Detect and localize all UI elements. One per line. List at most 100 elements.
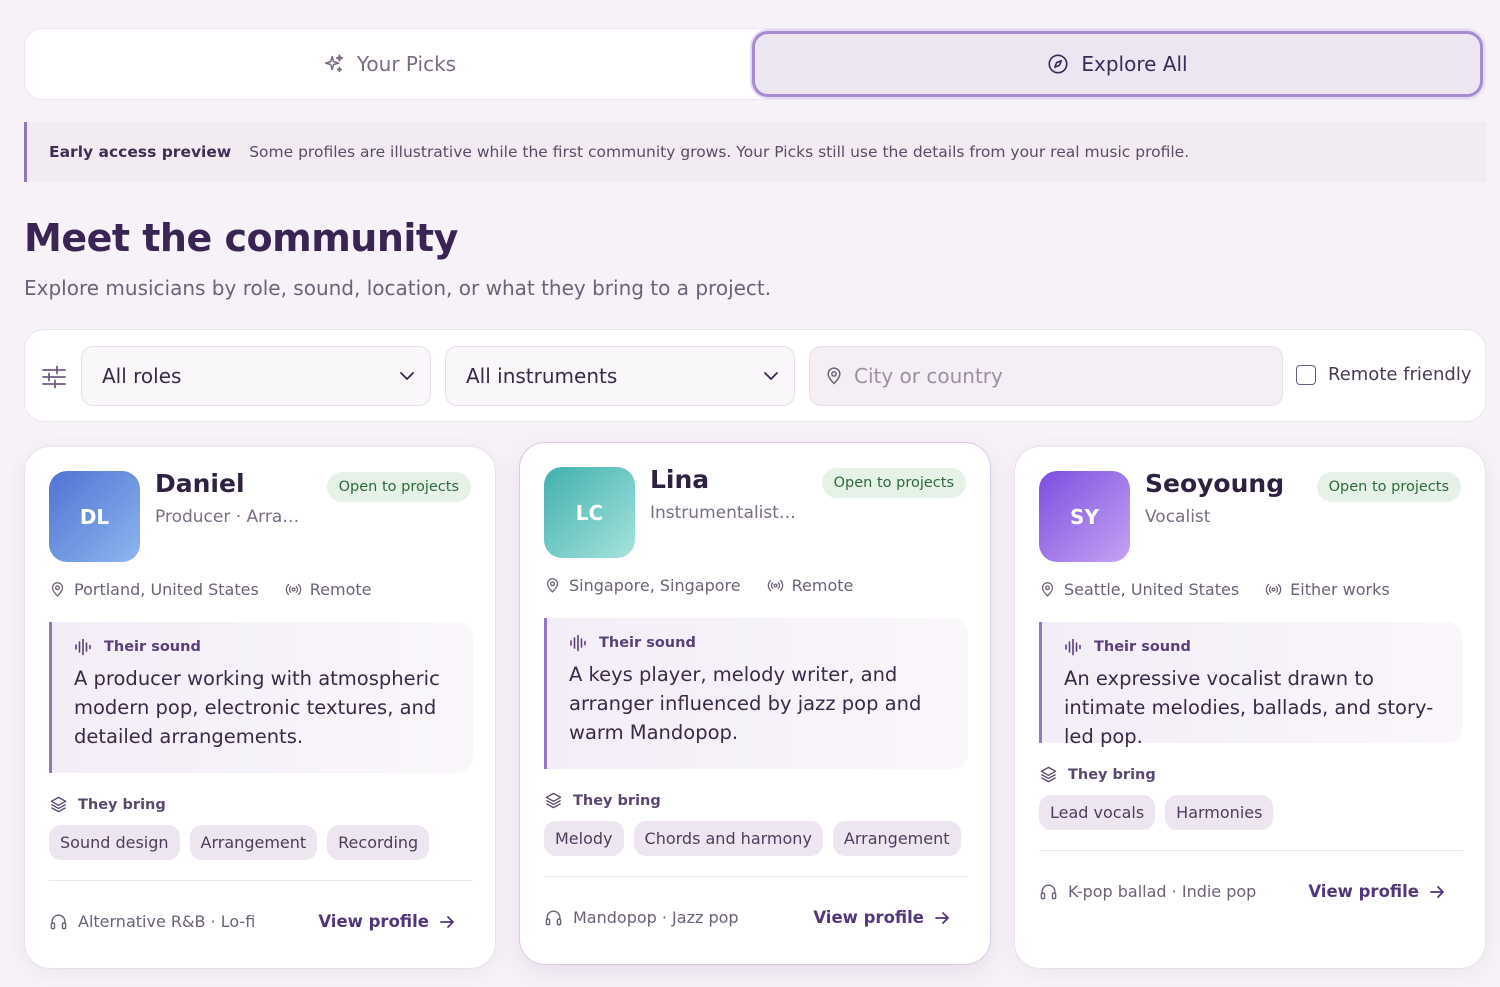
- tab-your-picks-label: Your Picks: [356, 52, 457, 76]
- sound-description: A producer working with atmospheric mode…: [74, 667, 440, 748]
- profile-location: Portland, United States: [74, 580, 259, 599]
- skill-chip: Lead vocals: [1039, 795, 1156, 830]
- profile-name: Daniel: [155, 469, 245, 498]
- bring-label: They bring: [573, 792, 661, 809]
- role-select-value: All roles: [102, 364, 182, 388]
- notice-text: Some profiles are illustrative while the…: [249, 143, 1190, 161]
- sound-block: Their sound An expressive vocalist drawn…: [1039, 622, 1463, 748]
- tab-explore-all[interactable]: Explore All: [752, 31, 1483, 97]
- sliders-icon[interactable]: [41, 364, 67, 390]
- tab-explore-all-label: Explore All: [1081, 52, 1188, 76]
- notice-title: Early access preview: [49, 143, 232, 161]
- bring-heading: They bring: [49, 795, 166, 814]
- broadcast-icon: [285, 583, 302, 596]
- headphones-icon: [1040, 884, 1057, 900]
- profile-location: Singapore, Singapore: [569, 576, 741, 595]
- waveform-icon: [1065, 638, 1081, 656]
- sound-description: A keys player, melody writer, and arrang…: [569, 663, 922, 744]
- genres: K-pop ballad · Indie pop: [1068, 882, 1257, 901]
- profile-work-mode: Remote: [791, 576, 854, 595]
- map-pin-icon: [1041, 582, 1054, 597]
- sound-label: Their sound: [104, 639, 201, 655]
- chevron-down-icon: [400, 372, 414, 381]
- layers-icon: [1040, 766, 1057, 783]
- profile-card: LC Lina Instrumentalist · ... Open to pr…: [519, 442, 991, 965]
- skill-chip: Recording: [327, 825, 430, 860]
- remote-friendly-toggle[interactable]: Remote friendly: [1296, 364, 1471, 385]
- early-access-notice: Early access preview Some profiles are i…: [24, 122, 1486, 182]
- divider: [544, 876, 968, 877]
- broadcast-icon: [1265, 583, 1282, 596]
- status-badge: Open to projects: [326, 472, 471, 502]
- profile-name: Seoyoung: [1145, 469, 1285, 498]
- bring-label: They bring: [1068, 766, 1156, 783]
- sound-label: Their sound: [1094, 639, 1191, 655]
- view-profile-link[interactable]: View profile: [318, 912, 455, 931]
- instrument-select[interactable]: All instruments: [445, 346, 795, 406]
- bring-heading: They bring: [1039, 765, 1156, 784]
- profile-work-mode: Remote: [309, 580, 372, 599]
- filter-bar: All roles All instruments Remote friendl…: [24, 329, 1486, 422]
- profile-work-mode: Either works: [1290, 580, 1390, 599]
- avatar: LC: [544, 467, 635, 558]
- instrument-select-value: All instruments: [466, 364, 618, 388]
- sound-block: Their sound A keys player, melody writer…: [544, 618, 968, 769]
- status-badge: Open to projects: [821, 468, 966, 498]
- page-subtitle: Explore musicians by role, sound, locati…: [24, 276, 772, 300]
- map-pin-icon: [827, 367, 841, 385]
- genre-row: Mandopop · Jazz pop: [544, 908, 739, 927]
- headphones-icon: [545, 910, 562, 926]
- profile-meta: Singapore, Singapore Remote: [544, 576, 853, 595]
- status-badge: Open to projects: [1316, 472, 1461, 502]
- avatar: SY: [1039, 471, 1130, 562]
- skill-chip: Sound design: [49, 825, 180, 860]
- role-select[interactable]: All roles: [81, 346, 431, 406]
- sound-block: Their sound A producer working with atmo…: [49, 622, 473, 773]
- waveform-icon: [570, 634, 586, 652]
- genres: Mandopop · Jazz pop: [573, 908, 739, 927]
- view-profile-label: View profile: [318, 912, 429, 931]
- compass-icon: [1048, 54, 1068, 74]
- headphones-icon: [50, 914, 67, 930]
- tab-your-picks[interactable]: Your Picks: [27, 31, 752, 97]
- genre-row: Alternative R&B · Lo-fi: [49, 912, 255, 931]
- skill-chips: Sound design Arrangement Recording: [49, 825, 430, 860]
- map-pin-icon: [51, 582, 64, 597]
- view-profile-label: View profile: [1308, 882, 1419, 901]
- sound-label: Their sound: [599, 635, 696, 651]
- bring-heading: They bring: [544, 791, 661, 810]
- waveform-icon: [75, 638, 91, 656]
- arrow-right-icon: [935, 911, 949, 924]
- profile-role: Producer · Arran...: [155, 507, 305, 527]
- bring-label: They bring: [78, 796, 166, 813]
- skill-chip: Chords and harmony: [633, 821, 823, 856]
- skill-chips: Melody Chords and harmony Arrangement: [544, 821, 961, 856]
- divider: [49, 880, 473, 881]
- layers-icon: [545, 792, 562, 809]
- sound-description: An expressive vocalist drawn to intimate…: [1064, 667, 1434, 748]
- skill-chip: Melody: [544, 821, 624, 856]
- skill-chip: Arrangement: [832, 821, 961, 856]
- location-field: [809, 346, 1283, 406]
- profile-location: Seattle, United States: [1064, 580, 1240, 599]
- broadcast-icon: [767, 579, 783, 592]
- page-title: Meet the community: [24, 216, 458, 260]
- location-input[interactable]: [854, 364, 1234, 388]
- profile-meta: Portland, United States Remote: [49, 580, 372, 599]
- view-profile-link[interactable]: View profile: [813, 908, 950, 927]
- chevron-down-icon: [764, 372, 778, 381]
- divider: [1039, 850, 1463, 851]
- view-profile-link[interactable]: View profile: [1308, 882, 1445, 901]
- remote-friendly-checkbox[interactable]: [1296, 364, 1316, 385]
- profile-meta: Seattle, United States Either works: [1039, 580, 1390, 599]
- skill-chips: Lead vocals Harmonies: [1039, 795, 1274, 830]
- genre-row: K-pop ballad · Indie pop: [1039, 882, 1256, 901]
- avatar: DL: [49, 471, 140, 562]
- skill-chip: Harmonies: [1165, 795, 1274, 830]
- arrow-right-icon: [440, 915, 454, 928]
- arrow-right-icon: [1430, 885, 1444, 898]
- profile-role: Vocalist: [1145, 507, 1211, 527]
- map-pin-icon: [546, 578, 559, 593]
- view-profile-label: View profile: [813, 908, 924, 927]
- profile-name: Lina: [650, 465, 710, 494]
